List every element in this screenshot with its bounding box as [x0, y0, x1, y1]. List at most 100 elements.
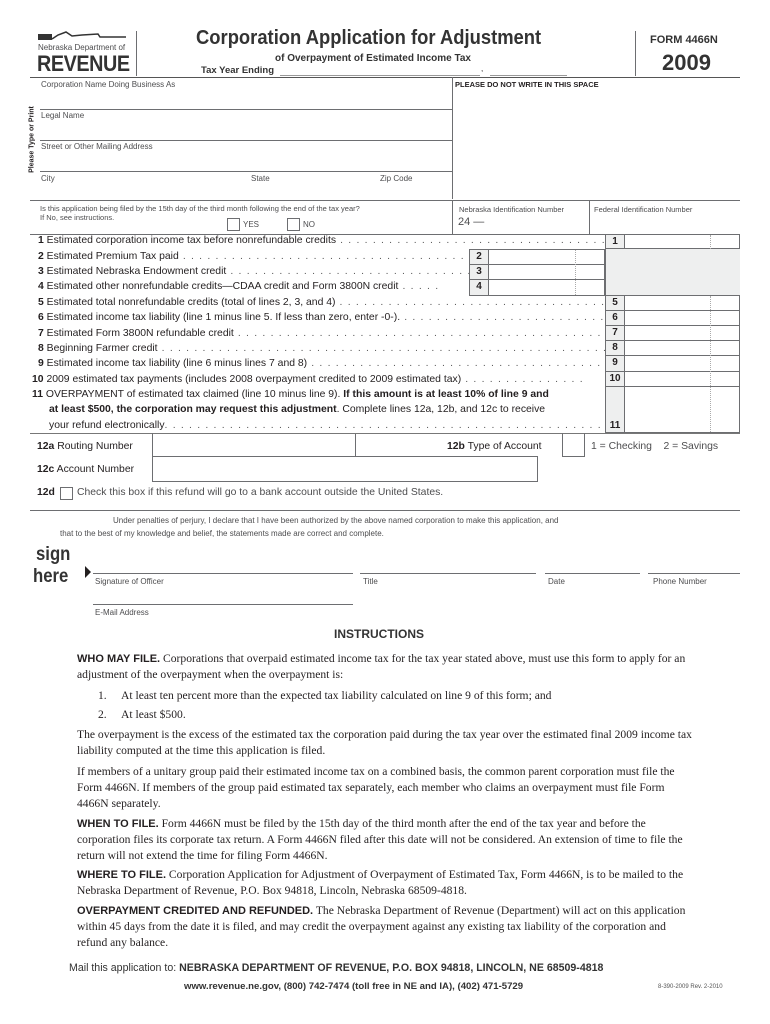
line-7: 7 Estimated Form 3800N refundable credit…	[38, 328, 635, 339]
street-field[interactable]	[40, 152, 450, 170]
fed-id-field[interactable]	[593, 215, 738, 231]
line-6: 6 Estimated income tax liability (line 1…	[38, 312, 621, 323]
line-3-amount[interactable]	[488, 264, 605, 280]
field-rule	[40, 140, 452, 141]
line-text: Estimated Premium Tax paid	[46, 251, 179, 262]
overpayment-paragraph: The overpayment is the excess of the est…	[77, 728, 692, 757]
zip-field[interactable]	[378, 184, 450, 198]
tax-year-input[interactable]	[280, 75, 480, 76]
account-num: 12c	[37, 464, 55, 475]
line-number: 11	[32, 389, 43, 400]
no-checkbox[interactable]	[287, 218, 300, 231]
line-text: Estimated Nebraska Endowment credit	[46, 266, 227, 277]
line-text: OVERPAYMENT of estimated tax claimed (li…	[45, 389, 344, 400]
line-2: 2 Estimated Premium Tax paid . . . . . .…	[38, 251, 490, 262]
line-10-amount[interactable]	[624, 371, 740, 387]
cents-divider	[710, 296, 711, 432]
office-use-divider	[452, 77, 453, 199]
line-11: 11 OVERPAYMENT of estimated tax claimed …	[32, 388, 549, 402]
routing-num: 12a	[37, 441, 55, 452]
who-list-2: 2. At least $500.	[98, 707, 718, 723]
line-9-amount[interactable]	[624, 355, 740, 372]
field-rule	[40, 109, 452, 110]
no-label: NO	[303, 220, 315, 229]
cents-divider	[575, 250, 576, 295]
line-10: 10 2009 estimated tax payments (includes…	[32, 374, 584, 385]
account-number-field[interactable]	[152, 457, 538, 482]
line-7-amount[interactable]	[624, 325, 740, 341]
when-to-file: WHEN TO FILE. Form 4466N must be filed b…	[77, 816, 697, 864]
line-5-amount[interactable]	[624, 295, 740, 311]
please-type-or-print: Please Type or Print	[28, 106, 36, 173]
line-11-cont: at least $500, the corporation may reque…	[49, 403, 545, 417]
line-1-amount[interactable]	[624, 234, 740, 249]
list-number: 1.	[98, 689, 107, 702]
sign-label: sign	[36, 544, 71, 565]
signature-line[interactable]	[93, 573, 353, 574]
line-7-number-box: 7	[605, 325, 625, 341]
line-4-amount[interactable]	[488, 279, 605, 296]
where-text: Corporation Application for Adjustment o…	[77, 868, 684, 897]
form-subtitle: of Overpayment of Estimated Income Tax	[275, 53, 471, 64]
line-9-number-box: 9	[605, 355, 625, 372]
legal-name-label: Legal Name	[41, 111, 85, 120]
line-number: 6	[38, 312, 44, 323]
date-line[interactable]	[545, 573, 640, 574]
credited-refunded: OVERPAYMENT CREDITED AND REFUNDED. The N…	[77, 903, 697, 951]
line-text: your refund electronically	[49, 420, 165, 431]
foreign-bank-checkbox[interactable]	[60, 487, 73, 500]
foreign-bank-row: 12d	[37, 487, 55, 498]
legal-name-field[interactable]	[40, 121, 450, 139]
line-text: Beginning Farmer credit	[46, 343, 158, 354]
line-8: 8 Beginning Farmer credit . . . . . . . …	[38, 343, 673, 354]
line-5-number-box: 5	[605, 295, 625, 311]
line-8-number-box: 8	[605, 340, 625, 356]
line-number: 8	[38, 343, 44, 354]
line-3: 3 Estimated Nebraska Endowment credit . …	[38, 266, 513, 277]
title-line[interactable]	[360, 573, 536, 574]
routing-text: Routing Number	[57, 441, 133, 452]
line-text: . Complete lines 12a, 12b, and 12c to re…	[336, 404, 546, 415]
ne-id-field[interactable]	[485, 215, 585, 231]
account-text: Account Number	[56, 464, 135, 475]
bank-bottom-rule	[30, 510, 740, 511]
line-11-number-box: 1011	[605, 386, 625, 433]
city-field[interactable]	[40, 184, 245, 198]
cents-divider	[710, 235, 711, 249]
agency-logo: REVENUE	[37, 51, 130, 76]
when-head: WHEN TO FILE.	[77, 818, 159, 830]
list-number: 2.	[98, 708, 107, 721]
yes-checkbox[interactable]	[227, 218, 240, 231]
email-line[interactable]	[93, 604, 353, 605]
perjury-statement-2: that to the best of my knowledge and bel…	[60, 528, 384, 538]
account-type-options: 1 = Checking 2 = Savings	[591, 441, 719, 452]
field-rule	[30, 200, 740, 201]
line-5: 5 Estimated total nonrefundable credits …	[38, 297, 655, 308]
foreign-num: 12d	[37, 487, 55, 498]
state-field[interactable]	[250, 184, 370, 198]
account-type-field[interactable]	[562, 433, 585, 457]
line-6-amount[interactable]	[624, 310, 740, 326]
type-text: Type of Account	[467, 441, 542, 452]
phone-label: Phone Number	[653, 577, 707, 586]
who-may-file: WHO MAY FILE. Corporations that overpaid…	[77, 651, 697, 683]
line-1: 1 Estimated corporation income tax befor…	[38, 235, 655, 246]
line-4-number-box: 4	[469, 279, 489, 296]
line-text: Estimated corporation income tax before …	[46, 235, 337, 246]
line-8-amount[interactable]	[624, 340, 740, 356]
corp-dba-field[interactable]	[40, 90, 450, 108]
filing-note: If No, see instructions.	[40, 213, 115, 222]
shaded-area	[605, 249, 740, 296]
line-2-amount[interactable]	[488, 249, 605, 265]
phone-line[interactable]	[648, 573, 740, 574]
street-label: Street or Other Mailing Address	[41, 142, 153, 151]
line-11-amount[interactable]	[624, 386, 740, 433]
corp-dba-label: Corporation Name Doing Business As	[41, 80, 176, 89]
ne-id-prefix: 24 —	[458, 216, 485, 228]
line-10-number-box: 10	[605, 371, 625, 387]
tax-year-year-input[interactable]	[490, 75, 567, 76]
credited-head: OVERPAYMENT CREDITED AND REFUNDED.	[77, 905, 314, 917]
header-divider-right	[635, 31, 636, 76]
routing-label: 12a Routing Number	[37, 441, 133, 452]
line-number: 9	[38, 358, 44, 369]
